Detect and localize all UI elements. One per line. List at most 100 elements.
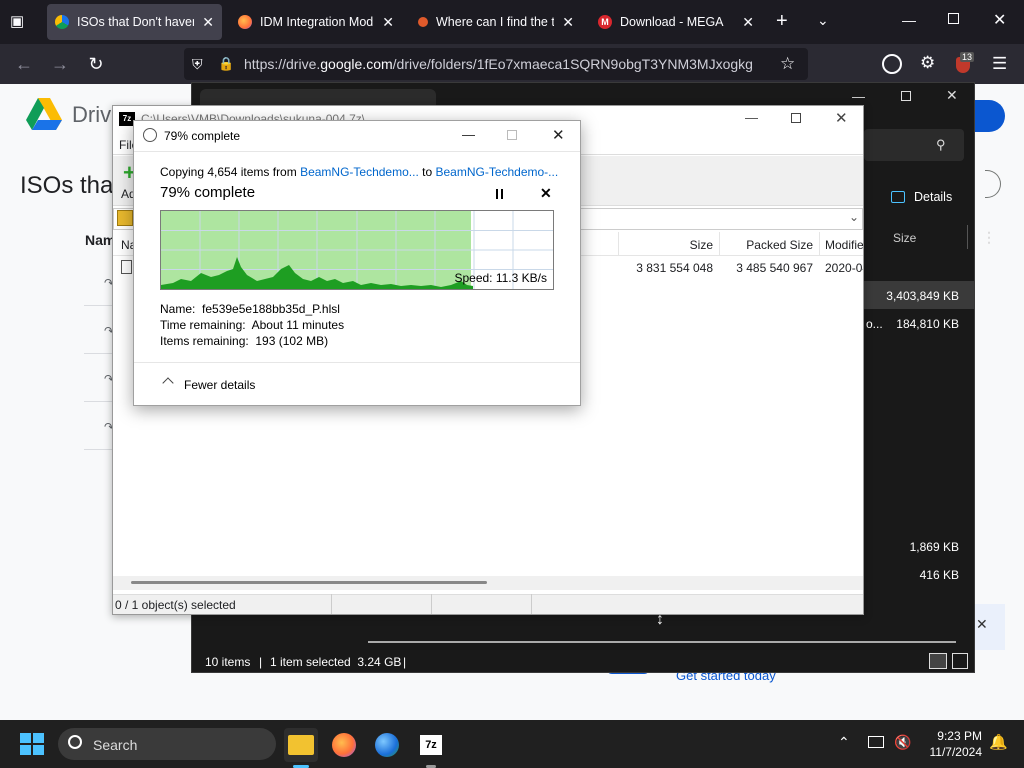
close-window-icon[interactable]: ✕ bbox=[993, 10, 1006, 30]
idm-taskbar-icon[interactable] bbox=[370, 728, 404, 762]
url-bar[interactable]: ⛨ 🔒 https://drive.google.com/drive/folde… bbox=[184, 48, 808, 80]
packed-size-column-header[interactable]: Packed Size bbox=[719, 238, 813, 252]
close-window-icon[interactable]: ✕ bbox=[552, 126, 565, 144]
badge-count: 13 bbox=[960, 52, 975, 62]
back-arrow-icon[interactable]: ← bbox=[12, 52, 36, 76]
close-notification-icon[interactable]: ✕ bbox=[976, 616, 988, 633]
show-hidden-icons-chevron-icon[interactable]: ⌃ bbox=[838, 734, 850, 751]
file-explorer-taskbar-icon[interactable] bbox=[284, 728, 318, 762]
status-divider bbox=[431, 594, 432, 614]
size-column-header[interactable]: Size bbox=[893, 231, 916, 245]
forward-arrow-icon[interactable]: → bbox=[48, 52, 72, 76]
drive-new-button[interactable] bbox=[975, 100, 1005, 132]
restore-icon[interactable] bbox=[948, 13, 959, 24]
transfer-speed-graph: Speed: 11.3 KB/s bbox=[160, 210, 554, 290]
tab-idm[interactable]: IDM Integration Modul ✕ bbox=[230, 4, 402, 40]
column-divider bbox=[819, 232, 820, 256]
path-dropdown-chevron-icon[interactable]: ⌄ bbox=[849, 210, 859, 224]
copying-summary: Copying 4,654 items from BeamNG-Techdemo… bbox=[160, 165, 558, 179]
drive-view-toggle[interactable] bbox=[985, 170, 1001, 198]
drive-favicon-icon bbox=[55, 15, 69, 29]
volume-muted-icon[interactable]: 🔇 bbox=[894, 734, 911, 751]
more-options-icon[interactable]: ⋮ bbox=[982, 229, 996, 246]
close-icon[interactable]: ✕ bbox=[382, 14, 394, 31]
minimize-icon[interactable]: — bbox=[745, 110, 758, 125]
taskbar-search-box[interactable] bbox=[58, 728, 276, 760]
close-window-icon[interactable]: ✕ bbox=[835, 109, 848, 127]
scrollbar-thumb[interactable] bbox=[131, 581, 487, 584]
tab-mega[interactable]: M Download - MEGA ✕ bbox=[590, 4, 762, 40]
items-remaining-line: Items remaining: 193 (102 MB) bbox=[160, 334, 329, 348]
search-icon[interactable]: ⚲ bbox=[936, 137, 946, 153]
app-menu-icon[interactable]: ☰ bbox=[992, 54, 1007, 74]
firefox-taskbar-icon[interactable] bbox=[327, 728, 361, 762]
bookmark-star-icon[interactable]: ☆ bbox=[780, 48, 795, 80]
chevron-up-icon[interactable] bbox=[162, 377, 174, 389]
tiles-view-icon[interactable] bbox=[952, 653, 968, 669]
network-icon[interactable] bbox=[868, 736, 884, 748]
horizontal-scrollbar[interactable] bbox=[368, 641, 956, 643]
close-icon[interactable]: ✕ bbox=[562, 14, 574, 31]
details-view-icon[interactable] bbox=[929, 653, 947, 669]
tab-drive[interactable]: ISOs that Don't haven't ✕ bbox=[47, 4, 222, 40]
notification-bell-icon[interactable]: 🔔 bbox=[989, 733, 1008, 751]
clock-date[interactable]: 11/7/2024 bbox=[918, 745, 983, 759]
explorer-search-box[interactable] bbox=[864, 129, 964, 161]
cancel-icon[interactable]: ✕ bbox=[540, 185, 552, 202]
extensions-puzzle-icon[interactable]: ⚙ bbox=[920, 53, 935, 73]
tab-where[interactable]: Where can I find the te ✕ bbox=[410, 4, 582, 40]
status-divider bbox=[531, 594, 532, 614]
minimize-icon[interactable]: — bbox=[462, 127, 475, 142]
name-line: Name: fe539e5e188bb35d_P.hlsl bbox=[160, 302, 340, 316]
maximize-icon[interactable] bbox=[901, 91, 911, 101]
fewer-details-button[interactable]: Fewer details bbox=[184, 378, 255, 392]
tab-label: Download - MEGA bbox=[620, 15, 724, 29]
tab-overflow-chevron-icon[interactable]: ⌄ bbox=[817, 12, 829, 29]
file-size-value: 1,869 KB bbox=[909, 540, 959, 554]
pocket-icon[interactable] bbox=[882, 54, 902, 74]
idm-globe-icon bbox=[375, 733, 399, 757]
url-rest: /drive/folders/1fEo7xmaeca1SQRN9obgT3YNM… bbox=[392, 56, 753, 72]
url-domain: google.com bbox=[320, 56, 393, 72]
tab-label: IDM Integration Modul bbox=[260, 15, 375, 29]
taskbar: Search 7z ⌃ 🔇 9:23 PM 11/7/2024 🔔 bbox=[0, 720, 1024, 768]
speed-label: Speed: 11.3 KB/s bbox=[454, 271, 547, 285]
percent-complete: 79% complete bbox=[160, 184, 256, 201]
maximize-icon[interactable] bbox=[507, 130, 517, 140]
reload-icon[interactable]: ↻ bbox=[84, 52, 108, 76]
modified-column-header[interactable]: Modifie bbox=[825, 238, 863, 252]
close-icon[interactable]: ✕ bbox=[742, 14, 754, 31]
source-link[interactable]: BeamNG-Techdemo... bbox=[300, 165, 419, 179]
copying-prefix: Copying 4,654 items from bbox=[160, 165, 301, 179]
firefox-favicon-icon bbox=[238, 15, 252, 29]
name-column-header[interactable]: Nam bbox=[85, 232, 115, 248]
status-divider: | bbox=[403, 655, 407, 669]
close-window-icon[interactable]: ✕ bbox=[946, 87, 958, 104]
shield-icon[interactable]: ⛨ bbox=[192, 48, 203, 80]
minimize-icon[interactable]: — bbox=[852, 89, 865, 104]
lock-icon[interactable]: 🔒 bbox=[218, 48, 234, 80]
pause-icon[interactable] bbox=[496, 189, 503, 199]
tab-list-icon[interactable]: ▣ bbox=[10, 12, 30, 32]
details-button[interactable]: Details bbox=[914, 190, 952, 204]
destination-link[interactable]: BeamNG-Techdemo-... bbox=[435, 165, 558, 179]
maximize-icon[interactable] bbox=[791, 113, 801, 123]
seven-zip-taskbar-icon[interactable]: 7z bbox=[414, 728, 448, 762]
seven-zip-icon: 7z bbox=[420, 735, 442, 755]
up-folder-icon[interactable] bbox=[117, 210, 133, 226]
size-column-header[interactable]: Size bbox=[619, 238, 713, 252]
search-label[interactable]: Search bbox=[93, 737, 137, 753]
row-modified: 2020-04 bbox=[825, 261, 863, 275]
start-windows-icon[interactable] bbox=[20, 733, 44, 755]
clock-time[interactable]: 9:23 PM bbox=[926, 729, 982, 743]
dialog-footer-divider bbox=[134, 362, 580, 363]
file-size-value: 184,810 KB bbox=[896, 317, 959, 331]
new-tab-icon[interactable]: + bbox=[776, 10, 788, 33]
folder-icon bbox=[288, 735, 314, 755]
close-icon[interactable]: ✕ bbox=[202, 14, 214, 31]
status-divider bbox=[331, 594, 332, 614]
time-remaining-line: Time remaining: About 11 minutes bbox=[160, 318, 345, 332]
minimize-icon[interactable]: — bbox=[902, 12, 916, 28]
details-pane-icon[interactable] bbox=[891, 191, 905, 203]
url-text[interactable]: https://drive.google.com/drive/folders/1… bbox=[244, 48, 753, 80]
